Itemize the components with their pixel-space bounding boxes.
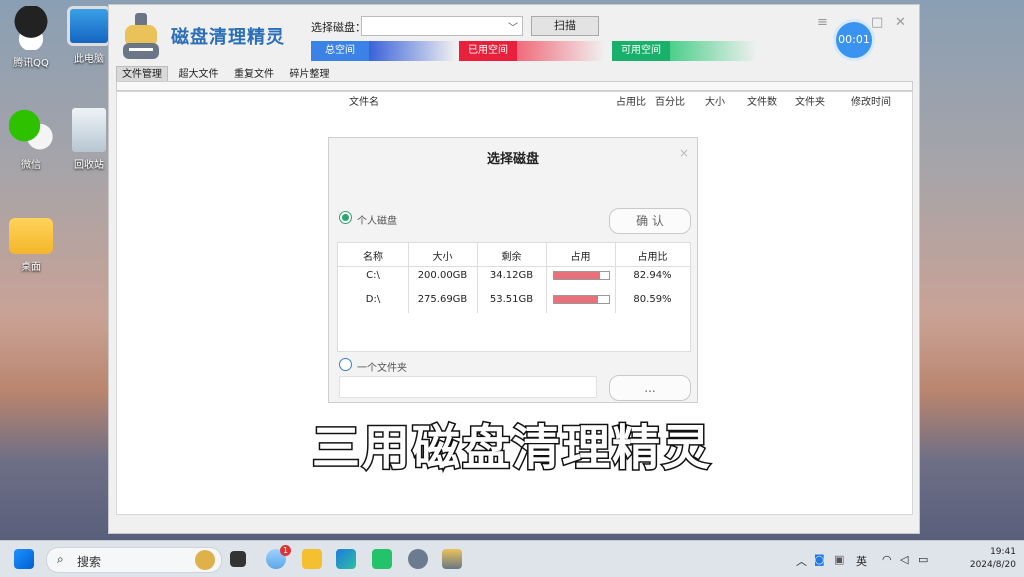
desktop-icon-label: 腾讯QQ [13,58,49,69]
scan-button[interactable]: 扫描 [531,16,599,36]
desktop-icon-wechat[interactable]: 微信 [0,108,62,171]
recycle-bin-icon [72,108,106,152]
task-view-icon[interactable] [230,551,246,567]
maximize-icon[interactable]: □ [871,15,883,30]
desktop-icon-qq[interactable]: 腾讯QQ [0,6,62,69]
battery-icon[interactable]: ▭ [918,553,928,566]
taskbar-clock[interactable]: 19:41 2024/8/20 [970,546,1016,572]
chevron-up-icon[interactable]: ︿ [796,553,807,569]
desktop-icon-folder[interactable]: 桌面 [0,212,62,273]
desktop-icon-label: 桌面 [21,262,41,273]
timer-badge: 00:01 [833,19,875,61]
browse-button[interactable]: ... [609,375,691,401]
tab-duplicate-files[interactable]: 重复文件 [229,67,279,82]
dialog-close-icon[interactable]: × [679,146,689,160]
tab-large-files[interactable]: 超大文件 [174,67,224,82]
store-icon[interactable] [336,549,356,569]
row-d-ratio: 80.59% [633,294,672,305]
taskbar: ⌕ 搜索 1 ︿ ◙ ▣ 英 ◠ ◁ ▭ 19:41 2024/8/20 [0,540,1024,577]
row-d-free: 53.51GB [489,294,534,305]
desktop-icon-label: 回收站 [74,160,104,171]
clock-time: 19:41 [990,547,1016,557]
personal-disk-label: 个人磁盘 [357,216,397,227]
column-header-percent[interactable]: 百分比 [655,93,685,108]
select-disk-dialog: 选择磁盘 × 个人磁盘 确 认 名称 大小 剩余 占用 占用比 C:\ 200.… [328,137,698,403]
table-header-free: 剩余 [501,252,522,263]
column-header-usage[interactable]: 占用比 [616,93,646,108]
menu-icon[interactable]: ≡ [817,15,828,30]
column-header-size[interactable]: 大小 [705,93,725,108]
qq-icon [9,6,53,50]
video-caption: 三用磁盘清理精灵 [310,419,712,478]
folder-label: 一个文件夹 [357,363,407,374]
drive-select[interactable]: ﹀ [361,16,523,36]
horizontal-scrollbar[interactable] [116,81,913,91]
search-label: 搜索 [77,555,102,569]
table-header-divider [338,266,690,267]
folder-icon [9,218,53,254]
column-header-filename[interactable]: 文件名 [349,93,379,108]
free-space-label: 可用空间 [612,41,670,61]
windows-start-icon[interactable] [14,549,34,569]
row-c-name[interactable]: C:\ [338,270,408,281]
table-header-size: 大小 [432,252,453,263]
wifi-icon[interactable]: ◠ [882,553,892,566]
disk-cleaner-app-icon[interactable] [442,549,462,569]
monitor-icon [67,6,111,46]
desktop-icon-label: 此电脑 [74,54,104,65]
row-c-usage-bar [553,271,610,280]
used-space-label: 已用空间 [459,41,517,61]
clock-date: 2024/8/20 [969,560,1016,570]
disk-table: 名称 大小 剩余 占用 占用比 C:\ 200.00GB 34.12GB 82.… [337,242,691,352]
row-c-free: 34.12GB [489,270,534,281]
row-d-usage-bar [553,295,610,304]
table-header-name: 名称 [363,252,383,263]
dialog-title: 选择磁盘 [486,152,539,167]
row-d-size: 275.69GB [417,294,468,305]
column-header-file-count[interactable]: 文件数 [747,93,777,108]
ime-indicator[interactable]: 英 [856,553,867,569]
row-c-size: 200.00GB [417,270,468,281]
app-title: 磁盘清理精灵 [171,27,285,48]
app-logo-icon [123,13,159,59]
close-icon[interactable]: ✕ [895,15,906,30]
folder-path-input[interactable] [339,376,597,398]
folder-radio[interactable] [339,358,352,371]
tray-app-icon[interactable]: ◙ [814,553,825,566]
drive-select-label: 选择磁盘： [311,21,366,34]
tab-defrag[interactable]: 碎片整理 [285,67,335,82]
notification-badge: 1 [280,545,291,556]
search-icon: ⌕ [57,552,64,566]
total-space-label: 总空间 [311,41,369,61]
column-header-folder-count[interactable]: 文件夹 [795,93,825,108]
used-space-bar: 已用空间 [459,41,604,61]
desktop-icon-label: 微信 [21,160,41,171]
file-explorer-icon[interactable] [302,549,322,569]
taskbar-search[interactable]: ⌕ 搜索 [46,547,222,573]
total-space-fill [369,41,456,61]
settings-icon[interactable] [408,549,428,569]
shopping-icon[interactable] [372,549,392,569]
wechat-icon [9,108,53,152]
table-header-usage: 占用 [570,252,591,263]
table-header-ratio: 占用比 [637,252,668,263]
personal-disk-radio[interactable] [339,211,352,224]
row-c-ratio: 82.94% [633,270,672,281]
volume-icon[interactable]: ◁ [900,553,908,566]
column-header-modified[interactable]: 修改时间 [851,93,891,108]
row-d-name[interactable]: D:\ [338,294,408,305]
free-space-bar: 可用空间 [612,41,757,61]
free-space-fill [670,41,757,61]
search-highlight-icon [195,550,215,570]
usage-fill [554,296,599,303]
tray-app-icon-2[interactable]: ▣ [834,553,844,566]
chevron-down-icon: ﹀ [508,23,518,34]
confirm-button[interactable]: 确 认 [609,208,691,234]
usage-fill [554,272,600,279]
total-space-bar: 总空间 [311,41,456,61]
used-space-fill [517,41,604,61]
